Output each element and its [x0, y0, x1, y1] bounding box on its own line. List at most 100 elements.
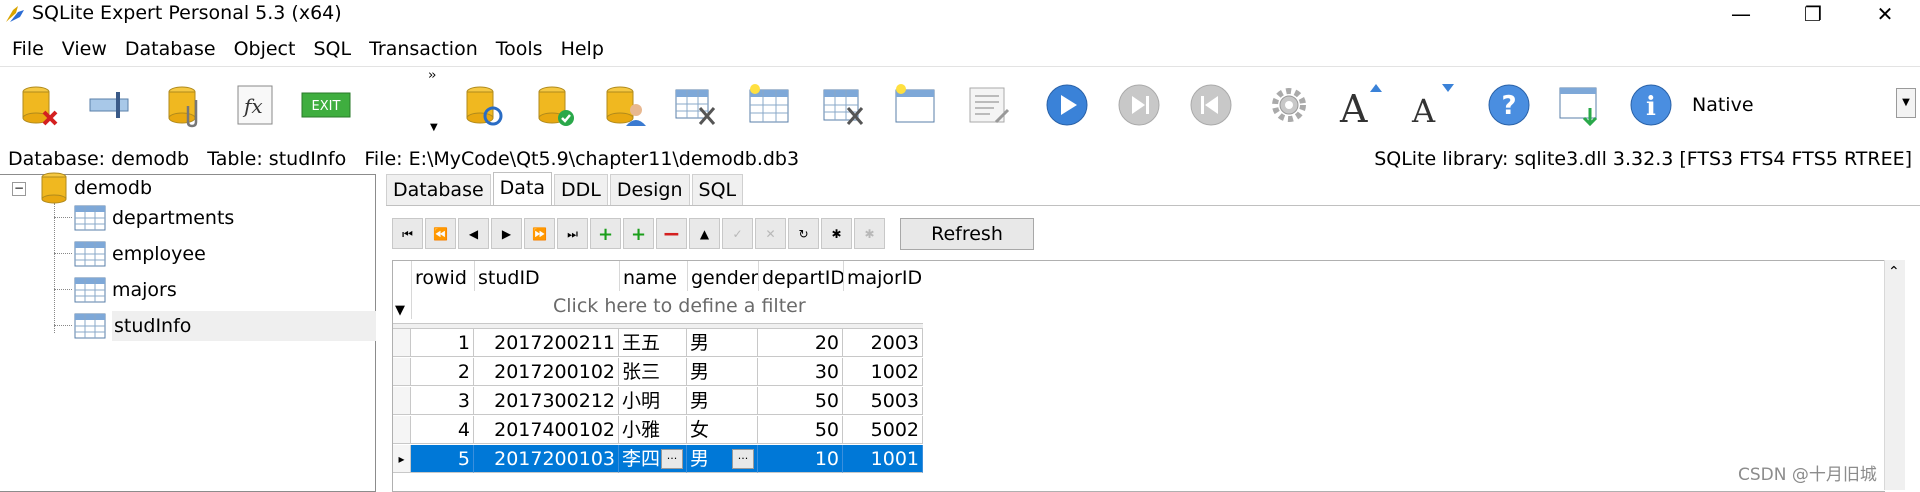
table-row[interactable]: 4 2017400102 小雅女 50 5002: [393, 416, 923, 445]
insert-record-button[interactable]: +: [590, 218, 621, 249]
tab-design[interactable]: Design: [609, 174, 690, 205]
menu-help[interactable]: Help: [553, 34, 612, 64]
cell-studid[interactable]: 2017200102: [474, 358, 619, 386]
cell-rowid[interactable]: 3: [411, 387, 474, 415]
refresh-button[interactable]: Refresh: [900, 218, 1034, 250]
sql-editor-button[interactable]: [966, 82, 1012, 128]
cell-name[interactable]: 张三: [619, 358, 687, 386]
tab-data[interactable]: Data: [492, 172, 553, 205]
options-button[interactable]: [1266, 82, 1312, 128]
cell-name[interactable]: 小明: [619, 387, 687, 415]
cell-studid[interactable]: 2017200211: [474, 329, 619, 357]
new-table-button[interactable]: [746, 82, 792, 128]
next-page-button[interactable]: ⏩: [524, 218, 555, 249]
column-header-studid[interactable]: studID: [478, 263, 540, 293]
delete-record-button[interactable]: −: [656, 218, 687, 249]
row-indicator[interactable]: [393, 329, 411, 357]
cell-rowid[interactable]: 4: [411, 416, 474, 444]
cell-gender[interactable]: 女: [687, 416, 758, 444]
cell-departid[interactable]: 10: [758, 445, 843, 473]
table-tools-button[interactable]: [672, 82, 718, 128]
cell-studid[interactable]: 2017300212: [474, 387, 619, 415]
tab-sql[interactable]: SQL: [691, 174, 744, 205]
menu-sql[interactable]: SQL: [305, 34, 359, 64]
tree-item-employee[interactable]: employee: [74, 237, 206, 271]
font-decrease-button[interactable]: A: [1408, 82, 1454, 130]
next-record-button[interactable]: ▶: [491, 218, 522, 249]
row-indicator[interactable]: [393, 358, 411, 386]
cell-majorid[interactable]: 1001: [843, 445, 923, 473]
column-header-name[interactable]: name: [623, 263, 677, 293]
cell-rowid[interactable]: 2: [411, 358, 474, 386]
restore-button[interactable]: ❐: [1782, 0, 1844, 28]
apply-filter-button[interactable]: ✱: [821, 218, 852, 249]
cell-majorid[interactable]: 2003: [843, 329, 923, 357]
prior-record-button[interactable]: ◀: [458, 218, 489, 249]
column-header-majorid[interactable]: majorID: [847, 263, 922, 293]
ellipsis-button[interactable]: ···: [732, 449, 754, 469]
menu-object[interactable]: Object: [226, 34, 304, 64]
toolbar-overflow-icon[interactable]: ››: [428, 68, 437, 83]
function-button[interactable]: fx: [232, 82, 278, 128]
cell-majorid[interactable]: 1002: [843, 358, 923, 386]
post-edit-button[interactable]: ✓: [722, 218, 753, 249]
tab-ddl[interactable]: DDL: [554, 174, 608, 205]
filter-row[interactable]: Click here to define a filter: [553, 295, 806, 317]
tree-item-studinfo[interactable]: studInfo: [74, 309, 376, 343]
step-button[interactable]: [1116, 82, 1162, 128]
column-header-gender[interactable]: gender: [691, 263, 758, 293]
font-increase-button[interactable]: A: [1336, 82, 1382, 131]
menu-tools[interactable]: Tools: [488, 34, 551, 64]
cell-studid[interactable]: 2017400102: [474, 416, 619, 444]
cell-majorid[interactable]: 5002: [843, 416, 923, 444]
prior-page-button[interactable]: ⏪: [425, 218, 456, 249]
cell-majorid[interactable]: 5003: [843, 387, 923, 415]
cell-departid[interactable]: 50: [758, 387, 843, 415]
menu-view[interactable]: View: [54, 34, 115, 64]
row-indicator[interactable]: [393, 416, 411, 444]
cell-departid[interactable]: 50: [758, 416, 843, 444]
refresh-database-button[interactable]: [460, 82, 506, 128]
execute-button[interactable]: [1044, 82, 1090, 128]
tree-item-majors[interactable]: majors: [74, 273, 177, 307]
tree-collapse-toggle[interactable]: −: [12, 182, 26, 196]
tree-item-demodb[interactable]: demodb: [40, 171, 152, 205]
append-record-button[interactable]: +: [623, 218, 654, 249]
ellipsis-button[interactable]: ···: [661, 449, 683, 469]
import-button[interactable]: [1556, 82, 1602, 128]
column-header-departid[interactable]: departID: [762, 263, 845, 293]
cell-rowid[interactable]: 5: [411, 445, 474, 473]
menu-file[interactable]: File: [0, 34, 52, 64]
back-button[interactable]: [1188, 82, 1234, 128]
cancel-edit-button[interactable]: ✕: [755, 218, 786, 249]
check-database-button[interactable]: [532, 82, 578, 128]
cell-gender[interactable]: 男: [687, 358, 758, 386]
delete-database-button[interactable]: [16, 82, 62, 128]
row-indicator[interactable]: [393, 387, 411, 415]
clear-filter-button[interactable]: ✱: [854, 218, 885, 249]
chevron-up-icon[interactable]: ⌃: [1888, 264, 1900, 280]
cell-gender[interactable]: 男: [687, 329, 758, 357]
vertical-scrollbar[interactable]: ⌃: [1884, 260, 1905, 490]
detach-database-button[interactable]: [86, 82, 132, 128]
table-row[interactable]: 3 2017300212 小明男 50 5003: [393, 387, 923, 416]
cell-departid[interactable]: 30: [758, 358, 843, 386]
cell-name[interactable]: 王五: [619, 329, 687, 357]
cell-rowid[interactable]: 1: [411, 329, 474, 357]
edit-record-button[interactable]: ▲: [689, 218, 720, 249]
help-button[interactable]: ?: [1486, 82, 1532, 128]
column-header-rowid[interactable]: rowid: [415, 263, 467, 293]
attach-database-button[interactable]: [162, 82, 208, 128]
menu-transaction[interactable]: Transaction: [361, 34, 486, 64]
last-page-button[interactable]: ⏭: [557, 218, 588, 249]
table-row[interactable]: ▸ 5 2017200103 李四 ··· 男 ··· 10 1001: [393, 445, 923, 474]
cell-gender[interactable]: 男: [687, 387, 758, 415]
new-window-button[interactable]: [892, 82, 938, 128]
current-row-indicator-icon[interactable]: ▸: [393, 445, 411, 473]
table-row[interactable]: 1 2017200211 王五男 20 2003: [393, 329, 923, 358]
menu-database[interactable]: Database: [117, 34, 224, 64]
close-button[interactable]: ✕: [1854, 0, 1916, 28]
minimize-button[interactable]: —: [1710, 0, 1772, 28]
exit-button[interactable]: EXIT: [300, 82, 352, 128]
database-user-button[interactable]: [602, 82, 648, 128]
